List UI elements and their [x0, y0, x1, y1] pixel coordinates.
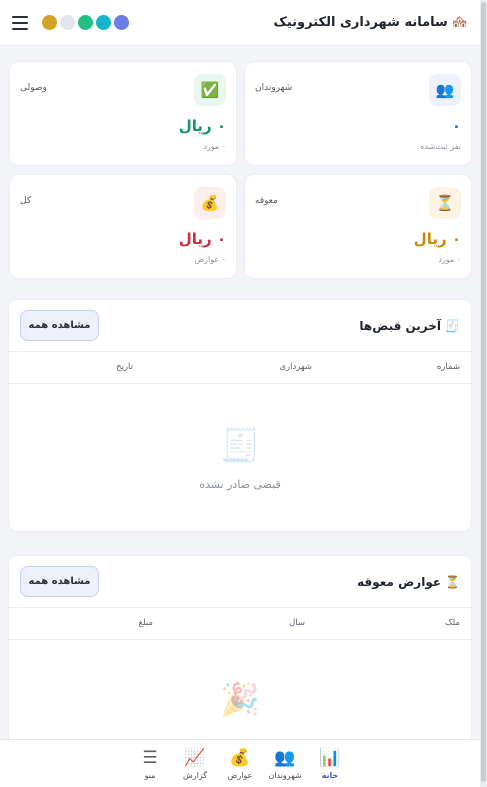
empty-state-text: قبضی صادر نشده	[199, 478, 281, 491]
brand[interactable]: 🏘️ سامانه شهرداری الکترونیک	[274, 15, 468, 30]
theme-dot-gold[interactable]	[42, 15, 57, 30]
hourglass-icon: ⏳	[429, 187, 461, 219]
stat-sub: ۰ عوارض	[194, 255, 226, 264]
nav-citizens[interactable]: 👥 شهروندان	[263, 747, 308, 780]
stat-value: ۰	[451, 117, 461, 135]
stat-card-citizens[interactable]: 👥 شهروندان ۰ نفر ثبت‌شده	[244, 61, 472, 166]
app-page: 🏘️ سامانه شهرداری الکترونیک 👥 شهروندان ۰	[0, 0, 480, 787]
party-popper-icon: 🎉	[220, 680, 260, 718]
nav-label: خانه	[321, 771, 339, 780]
stat-sub: ۰ مورد	[438, 255, 461, 264]
panel-title-text: عوارض معوقه	[357, 574, 442, 589]
header-tools	[12, 15, 129, 30]
money-bag-icon: 💰	[194, 187, 226, 219]
panel-header: ⏳ عوارض معوقه مشاهده همه	[9, 556, 471, 608]
hourglass-icon: ⏳	[445, 574, 460, 589]
stat-value: ۰ ریال	[178, 230, 226, 248]
nav-label: عوارض	[227, 771, 253, 780]
stat-label: کل	[20, 196, 32, 206]
theme-dot-green[interactable]	[78, 15, 93, 30]
stat-sub: ۰ مورد	[203, 142, 226, 151]
receipt-icon: 🧾	[445, 318, 460, 333]
view-all-receipts-button[interactable]: مشاهده همه	[20, 310, 99, 341]
empty-state: 🎉	[9, 640, 471, 718]
theme-dot-teal[interactable]	[96, 15, 111, 30]
nav-fees[interactable]: 💰 عوارض	[218, 747, 263, 780]
scrollbar-thumb[interactable]	[481, 2, 486, 782]
people-icon: 👥	[274, 748, 296, 768]
view-all-overdue-button[interactable]: مشاهده همه	[20, 566, 99, 597]
check-icon: ✅	[194, 74, 226, 106]
nav-report[interactable]: 📈 گزارش	[173, 747, 218, 780]
app-title: سامانه شهرداری الکترونیک	[273, 15, 448, 30]
line-chart-icon: 📈	[184, 748, 206, 768]
stat-sub: نفر ثبت‌شده	[420, 142, 461, 151]
nav-label: گزارش	[182, 771, 208, 780]
column-header: مبلغ	[138, 618, 153, 628]
column-header: سال	[289, 618, 305, 628]
money-bag-icon: 💰	[229, 748, 251, 768]
column-header: شماره	[436, 362, 460, 372]
panel-title: 🧾 آخرین قبض‌ها	[359, 319, 460, 333]
column-header: ملک	[445, 618, 460, 628]
stat-label: وصولی	[20, 83, 47, 93]
bottom-nav: 📊 خانه 👥 شهروندان 💰 عوارض 📈 گزارش ☰ منو	[0, 739, 480, 787]
stats-grid: 👥 شهروندان ۰ نفر ثبت‌شده ✅ وصولی ۰ ریال …	[0, 46, 480, 279]
nav-label: منو	[144, 771, 156, 780]
panel-title-text: آخرین قبض‌ها	[359, 318, 442, 333]
column-header: تاریخ	[116, 362, 133, 372]
table-header: ملک سال مبلغ	[9, 608, 471, 640]
stat-card-overdue[interactable]: ⏳ معوقه ۰ ریال ۰ مورد	[244, 174, 472, 279]
nav-label: شهروندان	[268, 771, 302, 780]
panel-title: ⏳ عوارض معوقه	[357, 575, 460, 589]
stat-label: شهروندان	[255, 83, 293, 93]
theme-switcher	[42, 15, 129, 30]
bar-chart-icon: 📊	[319, 748, 341, 768]
nav-home[interactable]: 📊 خانه	[308, 747, 353, 780]
nav-menu[interactable]: ☰ منو	[128, 747, 173, 780]
top-header: 🏘️ سامانه شهرداری الکترونیک	[0, 0, 480, 46]
stat-value: ۰ ریال	[413, 230, 461, 248]
menu-icon: ☰	[142, 748, 158, 768]
stat-card-total[interactable]: 💰 کل ۰ ریال ۰ عوارض	[9, 174, 237, 279]
empty-state: 🧾 قبضی صادر نشده	[9, 384, 471, 491]
houses-icon: 🏘️	[451, 15, 468, 30]
table-header: شماره شهرداری تاریخ	[9, 352, 471, 384]
hamburger-menu-icon[interactable]	[12, 15, 28, 30]
theme-dot-light[interactable]	[60, 15, 75, 30]
panel-header: 🧾 آخرین قبض‌ها مشاهده همه	[9, 300, 471, 352]
stat-label: معوقه	[255, 196, 278, 206]
stat-card-collected[interactable]: ✅ وصولی ۰ ریال ۰ مورد	[9, 61, 237, 166]
stat-value: ۰ ریال	[178, 117, 226, 135]
receipts-panel: 🧾 آخرین قبض‌ها مشاهده همه شماره شهرداری …	[8, 299, 472, 532]
column-header: شهرداری	[279, 362, 312, 372]
scrollbar[interactable]	[480, 0, 487, 787]
people-icon: 👥	[429, 74, 461, 106]
theme-dot-indigo[interactable]	[114, 15, 129, 30]
receipt-icon: 🧾	[220, 426, 260, 464]
